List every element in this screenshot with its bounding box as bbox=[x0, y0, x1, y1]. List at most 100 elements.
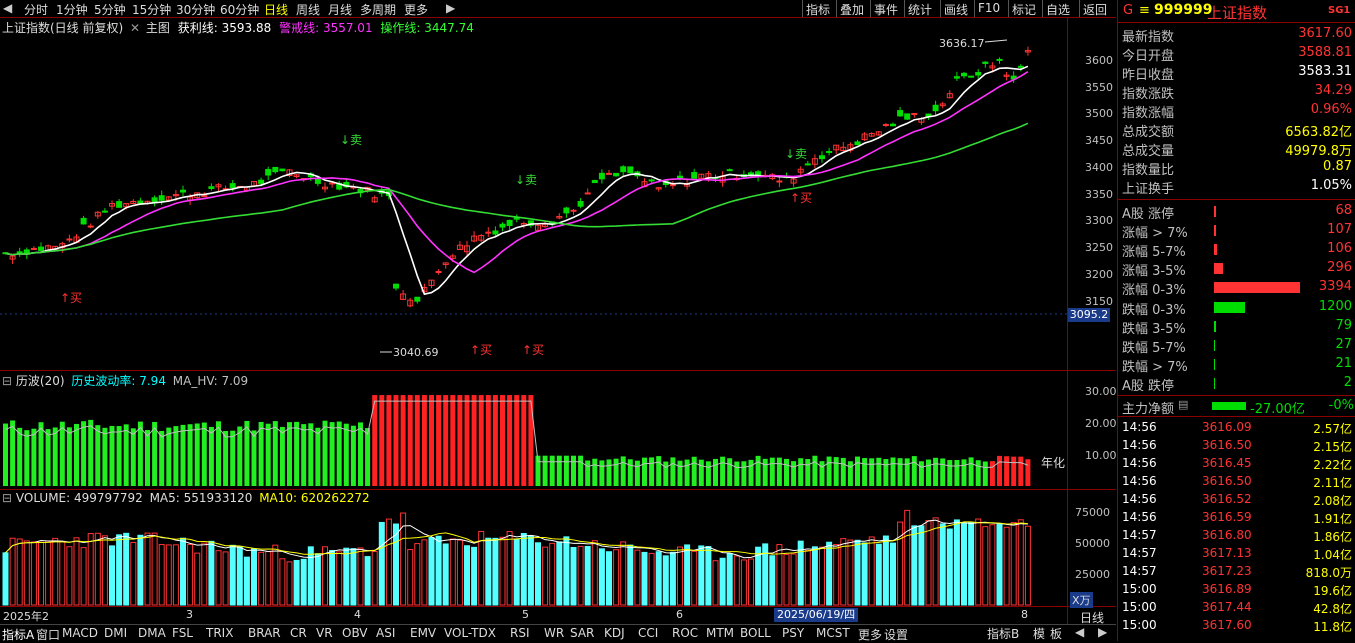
toolbar-button-7[interactable]: 自选 bbox=[1046, 1, 1070, 18]
indicator-tab-right-2[interactable]: 板 bbox=[1050, 625, 1062, 642]
indicator-tab-1[interactable]: 窗口 bbox=[36, 626, 60, 643]
toolbar-button-5[interactable]: F10 bbox=[978, 1, 1000, 15]
period-tab-4[interactable]: 30分钟 bbox=[176, 1, 215, 18]
candlestick-chart[interactable]: ↑买 ↑买 ↑买 ↑买 ↓卖 ↓卖 ↓卖 bbox=[0, 34, 1067, 370]
period-tab-7[interactable]: 周线 bbox=[296, 1, 320, 18]
volume-chart[interactable] bbox=[0, 505, 1067, 606]
hv-bar bbox=[187, 424, 193, 486]
tick-row[interactable]: 14:57 3617.23 818.0万 bbox=[1118, 563, 1355, 581]
tick-row[interactable]: 14:56 3616.59 1.91亿 bbox=[1118, 509, 1355, 527]
period-tab-5[interactable]: 60分钟 bbox=[220, 1, 259, 18]
indicator-tab-23[interactable]: MCST bbox=[816, 626, 850, 640]
scroll-right-icon[interactable]: ▶ bbox=[1098, 625, 1107, 639]
menu-icon[interactable]: ≡ bbox=[1139, 3, 1150, 18]
toolbar-button-3[interactable]: 统计 bbox=[908, 1, 932, 18]
tick-row[interactable]: 14:57 3617.13 1.04亿 bbox=[1118, 545, 1355, 563]
indicator-tab-15[interactable]: WR bbox=[544, 626, 564, 640]
indicator-tab-8[interactable]: CR bbox=[290, 626, 307, 640]
hv-bar bbox=[3, 423, 8, 486]
hv-bar bbox=[343, 423, 349, 486]
hv-bar bbox=[933, 457, 939, 486]
toolbar-button-8[interactable]: 返回 bbox=[1083, 1, 1107, 18]
hv-bar bbox=[301, 424, 307, 486]
tick-row[interactable]: 14:56 3616.09 2.57亿 bbox=[1118, 419, 1355, 437]
hv-bar bbox=[116, 426, 122, 486]
volume-tick: 50000 bbox=[1075, 537, 1110, 550]
indicator-tab-right-0[interactable]: 指标B bbox=[987, 625, 1019, 642]
hv-bar bbox=[336, 421, 342, 486]
tick-row[interactable]: 14:56 3616.45 2.22亿 bbox=[1118, 455, 1355, 473]
hv-bar bbox=[45, 429, 51, 486]
indicator-tab-18[interactable]: CCI bbox=[638, 626, 658, 640]
indicator-tab-2[interactable]: MACD bbox=[62, 626, 98, 640]
volume-bar bbox=[677, 546, 683, 606]
tick-row[interactable]: 14:56 3616.52 2.08亿 bbox=[1118, 491, 1355, 509]
indicator-tab-6[interactable]: TRIX bbox=[206, 626, 233, 640]
volume-bar bbox=[194, 552, 201, 606]
scroll-left-icon[interactable]: ◀ bbox=[3, 1, 12, 15]
indicator-tab-21[interactable]: BOLL bbox=[740, 626, 771, 640]
quote-value: 34.29 bbox=[1314, 83, 1352, 98]
period-tab-9[interactable]: 多周期 bbox=[360, 1, 396, 18]
close-icon[interactable]: ✕ bbox=[130, 21, 140, 35]
indicator-tab-3[interactable]: DMI bbox=[104, 626, 127, 640]
volume-bar bbox=[258, 551, 265, 606]
hv-bar bbox=[855, 456, 860, 486]
volume-bar bbox=[187, 543, 194, 606]
indicator-tab-10[interactable]: OBV bbox=[342, 626, 368, 640]
tick-row[interactable]: 15:00 3617.60 11.8亿 bbox=[1118, 617, 1355, 635]
volume-bar bbox=[733, 555, 740, 606]
indicator-tab-13[interactable]: VOL-TDX bbox=[444, 626, 496, 640]
period-tab-8[interactable]: 月线 bbox=[328, 1, 352, 18]
toolbar-button-0[interactable]: 指标 bbox=[806, 1, 830, 18]
indicator-tab-12[interactable]: EMV bbox=[410, 626, 436, 640]
volume-bar bbox=[30, 541, 37, 606]
period-tab-0[interactable]: 分时 bbox=[24, 1, 48, 18]
panel-badge: SG1 bbox=[1328, 5, 1351, 16]
fund-menu-icon[interactable]: ▤ bbox=[1178, 398, 1188, 411]
indicator-tab-11[interactable]: ASI bbox=[376, 626, 395, 640]
indicator-tab-4[interactable]: DMA bbox=[138, 626, 166, 640]
hv-bar bbox=[592, 458, 598, 486]
scroll-right-icon[interactable]: ▶ bbox=[446, 1, 455, 15]
stock-code: 999999 bbox=[1154, 2, 1213, 18]
hv-bar bbox=[691, 456, 697, 486]
period-tab-3[interactable]: 15分钟 bbox=[132, 1, 171, 18]
period-tab-2[interactable]: 5分钟 bbox=[94, 1, 126, 18]
indicator-tab-16[interactable]: SAR bbox=[570, 626, 594, 640]
indicator-tab-25[interactable]: 设置 bbox=[884, 626, 908, 643]
indicator-tab-17[interactable]: KDJ bbox=[604, 626, 625, 640]
toolbar-button-6[interactable]: 标记 bbox=[1012, 1, 1036, 18]
scroll-left-icon[interactable]: ◀ bbox=[1075, 625, 1084, 639]
hv-chart[interactable] bbox=[0, 386, 1067, 489]
period-tab-1[interactable]: 1分钟 bbox=[56, 1, 88, 18]
period-tab-10[interactable]: 更多 bbox=[404, 1, 428, 18]
toolbar-button-2[interactable]: 事件 bbox=[874, 1, 898, 18]
indicator-tab-7[interactable]: BRAR bbox=[248, 626, 281, 640]
indicator-tab-20[interactable]: MTM bbox=[706, 626, 734, 640]
indicator-tab-19[interactable]: ROC bbox=[672, 626, 698, 640]
indicator-tab-9[interactable]: VR bbox=[316, 626, 333, 640]
collapse-icon[interactable]: ⊟ bbox=[2, 491, 12, 505]
candle-body bbox=[208, 186, 215, 189]
toolbar-button-4[interactable]: 画线 bbox=[944, 1, 968, 18]
period-tab-6[interactable]: 日线 bbox=[264, 1, 288, 18]
indicator-tab-0[interactable]: 指标A bbox=[2, 626, 34, 643]
indicator-tab-22[interactable]: PSY bbox=[782, 626, 804, 640]
tick-row[interactable]: 14:56 3616.50 2.11亿 bbox=[1118, 473, 1355, 491]
indicator-tab-24[interactable]: 更多 bbox=[858, 626, 882, 643]
price-tick: 3300 bbox=[1085, 214, 1113, 228]
indicator-tab-right-1[interactable]: 模 bbox=[1033, 625, 1045, 642]
indicator-tab-5[interactable]: FSL bbox=[172, 626, 193, 640]
volume-bar bbox=[144, 532, 151, 606]
tick-row[interactable]: 14:57 3616.80 1.86亿 bbox=[1118, 527, 1355, 545]
volume-tick: 25000 bbox=[1075, 568, 1110, 581]
tick-row[interactable]: 14:56 3616.50 2.15亿 bbox=[1118, 437, 1355, 455]
indicator-tab-14[interactable]: RSI bbox=[510, 626, 530, 640]
tick-row[interactable]: 15:00 3616.89 19.6亿 bbox=[1118, 581, 1355, 599]
hv-bar bbox=[1018, 456, 1024, 486]
breadth-row: A股 涨停 68 bbox=[1122, 202, 1354, 222]
tick-row[interactable]: 15:00 3617.44 42.8亿 bbox=[1118, 599, 1355, 617]
volume-bar bbox=[556, 541, 563, 606]
toolbar-button-1[interactable]: 叠加 bbox=[840, 1, 864, 18]
